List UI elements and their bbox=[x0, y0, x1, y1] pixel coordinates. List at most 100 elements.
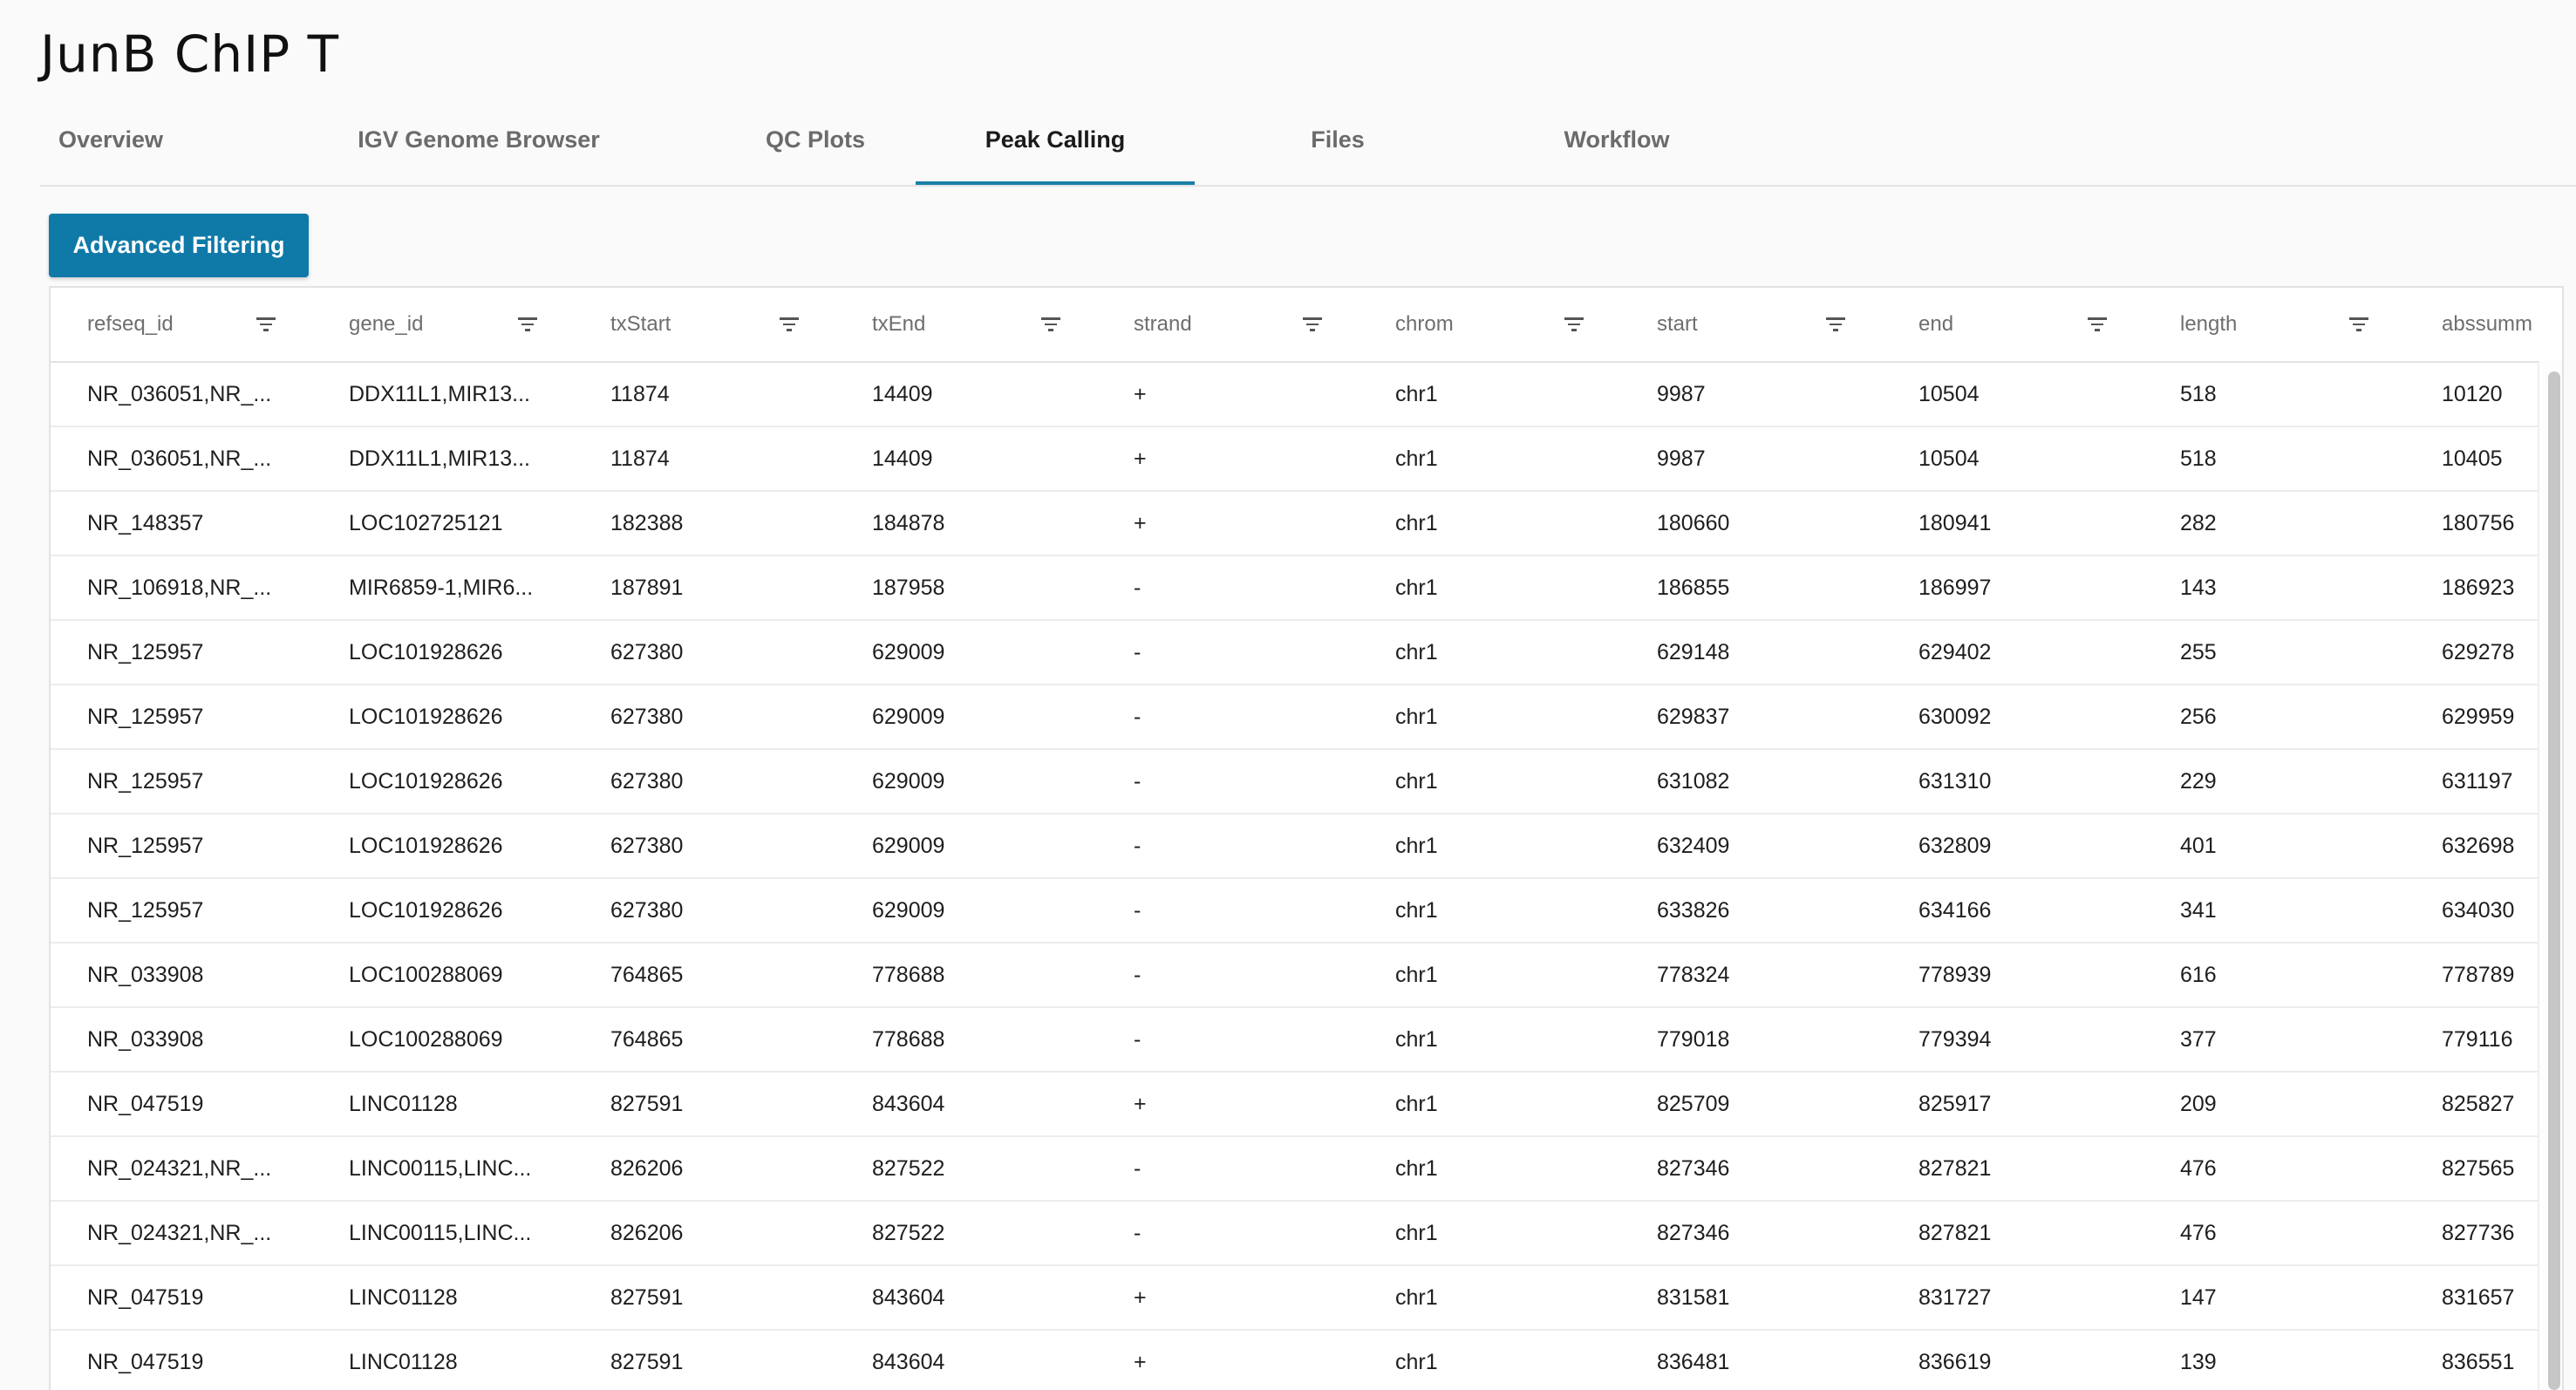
table-cell-refseq-id: NR_047519 bbox=[87, 1350, 204, 1374]
filter-icon[interactable] bbox=[2349, 317, 2368, 331]
table-cell-strand: + bbox=[1134, 1092, 1147, 1116]
column-header-chrom[interactable]: chrom bbox=[1359, 288, 1620, 361]
column-header-refseq-id[interactable]: refseq_id bbox=[51, 288, 312, 361]
table-cell-txstart: 187891 bbox=[610, 576, 684, 600]
vertical-scrollbar-thumb[interactable] bbox=[2548, 371, 2560, 1390]
table-cell-strand: - bbox=[1134, 1221, 1141, 1245]
filter-icon[interactable] bbox=[1826, 317, 1845, 331]
table-row[interactable]: NR_047519 LINC01128 827591 843604 + chr1 82570… bbox=[51, 1073, 2538, 1137]
column-header-label: chrom bbox=[1395, 312, 1454, 336]
table-row[interactable]: NR_024321,NR_... LINC00115,LINC... 826206 8… bbox=[51, 1202, 2538, 1266]
table-cell-strand: - bbox=[1134, 834, 1141, 858]
table-cell-txend: 778688 bbox=[872, 1027, 945, 1052]
tab-peak-calling[interactable]: Peak Calling bbox=[916, 105, 1195, 185]
table-cell-txstart: 826206 bbox=[610, 1156, 684, 1181]
column-header-label: start bbox=[1657, 312, 1698, 336]
table-cell-start: 9987 bbox=[1657, 382, 1706, 406]
tab-igv-genome-browser[interactable]: IGV Genome Browser bbox=[345, 105, 612, 183]
table-row[interactable]: NR_125957 LOC101928626 627380 629009 - chr1 63… bbox=[51, 750, 2538, 814]
column-header-label: strand bbox=[1134, 312, 1192, 336]
table-cell-gene-id: LOC101928626 bbox=[349, 834, 503, 858]
filter-icon[interactable] bbox=[1041, 317, 1060, 331]
table-row[interactable]: NR_148357 LOC102725121 182388 184878 + chr1 18… bbox=[51, 492, 2538, 556]
table-cell-txend: 629009 bbox=[872, 898, 945, 923]
table-cell-txstart: 827591 bbox=[610, 1092, 684, 1116]
table-cell-end: 827821 bbox=[1918, 1221, 1992, 1245]
column-header-label: length bbox=[2180, 312, 2238, 336]
table-cell-start: 629837 bbox=[1657, 705, 1730, 729]
table-cell-start: 825709 bbox=[1657, 1092, 1730, 1116]
table-cell-start: 9987 bbox=[1657, 446, 1706, 471]
table-cell-start: 836481 bbox=[1657, 1350, 1730, 1374]
table-row[interactable]: NR_033908 LOC100288069 764865 778688 - chr1 77… bbox=[51, 944, 2538, 1008]
column-header-label: end bbox=[1918, 312, 1954, 336]
table-cell-refseq-id: NR_106918,NR_... bbox=[87, 576, 272, 600]
filter-icon[interactable] bbox=[780, 317, 799, 331]
table-cell-strand: - bbox=[1134, 769, 1141, 794]
column-header-txend[interactable]: txEnd bbox=[835, 288, 1097, 361]
table-row[interactable]: NR_033908 LOC100288069 764865 778688 - chr1 77… bbox=[51, 1008, 2538, 1073]
table-row[interactable]: NR_125957 LOC101928626 627380 629009 - chr1 62… bbox=[51, 621, 2538, 685]
table-cell-length: 377 bbox=[2180, 1027, 2217, 1052]
column-header-label: abssumm bbox=[2442, 312, 2533, 336]
filter-icon[interactable] bbox=[1303, 317, 1322, 331]
peak-table: refseq_id gene_id txStart txEnd strand chrom s… bbox=[49, 286, 2564, 1390]
table-cell-chrom: chr1 bbox=[1395, 382, 1438, 406]
table-cell-chrom: chr1 bbox=[1395, 511, 1438, 535]
table-cell-strand: + bbox=[1134, 1285, 1147, 1310]
column-header-start[interactable]: start bbox=[1620, 288, 1882, 361]
table-cell-txend: 629009 bbox=[872, 640, 945, 664]
column-header-abssummit[interactable]: abssumm bbox=[2405, 288, 2562, 361]
column-header-label: refseq_id bbox=[87, 312, 174, 336]
advanced-filtering-button[interactable]: Advanced Filtering bbox=[49, 214, 309, 277]
table-cell-strand: - bbox=[1134, 576, 1141, 600]
column-header-txstart[interactable]: txStart bbox=[574, 288, 835, 361]
table-row[interactable]: NR_125957 LOC101928626 627380 629009 - chr1 63… bbox=[51, 814, 2538, 879]
tab-qc-plots[interactable]: QC Plots bbox=[724, 105, 907, 183]
column-header-end[interactable]: end bbox=[1882, 288, 2143, 361]
table-cell-chrom: chr1 bbox=[1395, 963, 1438, 987]
table-cell-txstart: 764865 bbox=[610, 963, 684, 987]
filter-icon[interactable] bbox=[2088, 317, 2107, 331]
table-cell-txstart: 11874 bbox=[610, 446, 670, 471]
filter-icon[interactable] bbox=[256, 317, 276, 331]
table-row[interactable]: NR_125957 LOC101928626 627380 629009 - chr1 63… bbox=[51, 879, 2538, 944]
table-row[interactable]: NR_047519 LINC01128 827591 843604 + chr1 83648… bbox=[51, 1331, 2538, 1390]
table-row[interactable]: NR_036051,NR_... DDX11L1,MIR13... 11874 144… bbox=[51, 363, 2538, 427]
table-cell-end: 778939 bbox=[1918, 963, 1992, 987]
table-cell-end: 634166 bbox=[1918, 898, 1992, 923]
tab-files[interactable]: Files bbox=[1198, 105, 1477, 183]
table-cell-length: 143 bbox=[2180, 576, 2217, 600]
column-header-strand[interactable]: strand bbox=[1097, 288, 1359, 361]
table-cell-end: 186997 bbox=[1918, 576, 1992, 600]
column-header-gene-id[interactable]: gene_id bbox=[312, 288, 574, 361]
table-cell-start: 631082 bbox=[1657, 769, 1730, 794]
table-cell-txstart: 627380 bbox=[610, 769, 684, 794]
table-cell-start: 632409 bbox=[1657, 834, 1730, 858]
table-cell-chrom: chr1 bbox=[1395, 898, 1438, 923]
table-cell-start: 180660 bbox=[1657, 511, 1730, 535]
table-cell-txend: 14409 bbox=[872, 446, 933, 471]
table-row[interactable]: NR_036051,NR_... DDX11L1,MIR13... 11874 144… bbox=[51, 427, 2538, 492]
tab-workflow[interactable]: Workflow bbox=[1477, 105, 1756, 183]
table-cell-gene-id: LOC101928626 bbox=[349, 898, 503, 923]
table-row[interactable]: NR_106918,NR_... MIR6859-1,MIR6... 187891 1… bbox=[51, 556, 2538, 621]
table-header: refseq_id gene_id txStart txEnd strand chrom s… bbox=[51, 288, 2562, 363]
table-cell-txend: 843604 bbox=[872, 1285, 945, 1310]
table-cell-txstart: 182388 bbox=[610, 511, 684, 535]
table-cell-chrom: chr1 bbox=[1395, 1092, 1438, 1116]
table-cell-refseq-id: NR_024321,NR_... bbox=[87, 1221, 272, 1245]
filter-icon[interactable] bbox=[1564, 317, 1584, 331]
table-row[interactable]: NR_047519 LINC01128 827591 843604 + chr1 83158… bbox=[51, 1266, 2538, 1331]
table-cell-end: 629402 bbox=[1918, 640, 1992, 664]
filter-icon[interactable] bbox=[518, 317, 537, 331]
table-cell-txend: 629009 bbox=[872, 769, 945, 794]
tab-overview[interactable]: Overview bbox=[40, 105, 181, 183]
table-row[interactable]: NR_125957 LOC101928626 627380 629009 - chr1 62… bbox=[51, 685, 2538, 750]
column-header-length[interactable]: length bbox=[2143, 288, 2405, 361]
table-cell-end: 10504 bbox=[1918, 446, 1980, 471]
table-cell-length: 341 bbox=[2180, 898, 2217, 923]
table-cell-refseq-id: NR_148357 bbox=[87, 511, 204, 535]
table-row[interactable]: NR_024321,NR_... LINC00115,LINC... 826206 8… bbox=[51, 1137, 2538, 1202]
table-cell-gene-id: DDX11L1,MIR13... bbox=[349, 446, 530, 471]
